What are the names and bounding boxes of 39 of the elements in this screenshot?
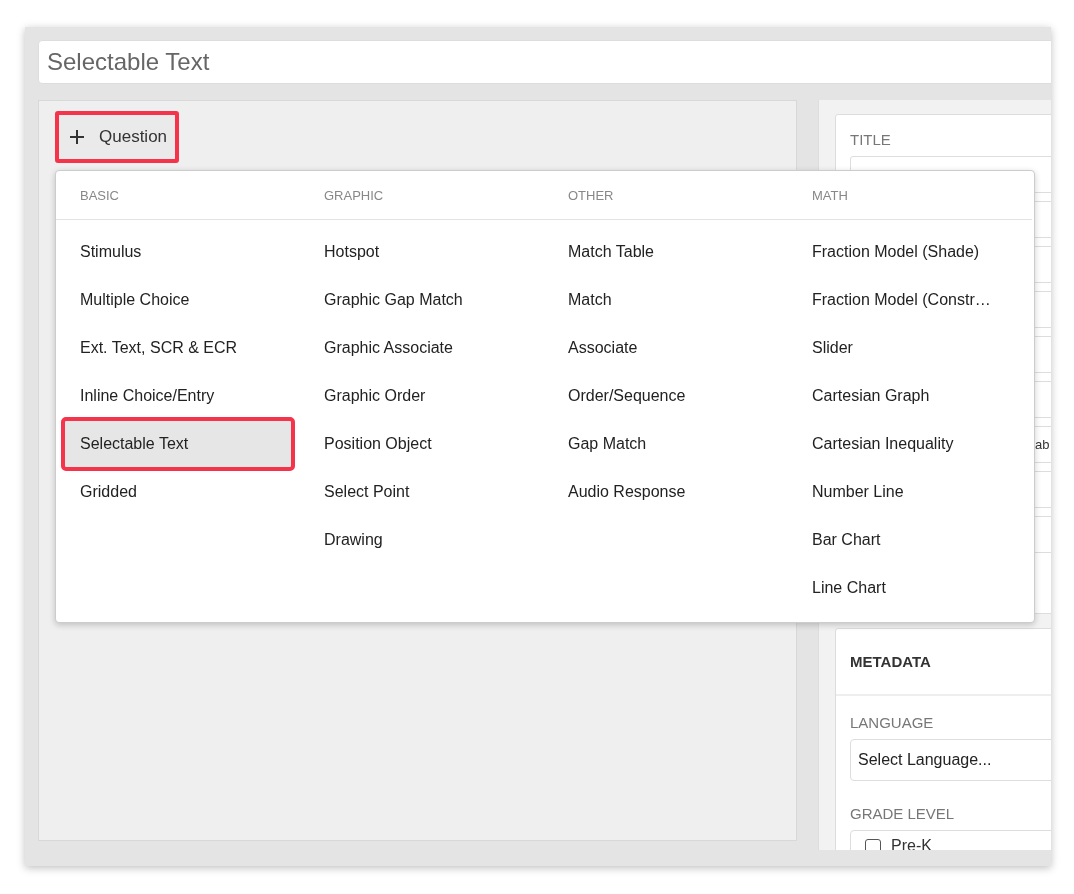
menu-item[interactable]: Stimulus	[64, 228, 292, 276]
field-label: LANGUAGE	[850, 714, 935, 731]
field-label: TITLE	[850, 131, 892, 148]
menu-item[interactable]: Drawing	[308, 516, 536, 564]
field-label: GRADE LEVEL	[850, 805, 956, 822]
menu-item[interactable]: Position Object	[308, 420, 536, 468]
menu-item[interactable]: Match Table	[552, 228, 780, 276]
menu-item[interactable]: Cartesian Inequality	[796, 420, 1024, 468]
menu-item[interactable]: Slider	[796, 324, 1024, 372]
column-heading: GRAPHIC	[324, 187, 384, 203]
menu-item[interactable]: Graphic Order	[308, 372, 536, 420]
menu-item[interactable]: Selectable Text	[64, 420, 292, 468]
menu-item[interactable]: Multiple Choice	[64, 276, 292, 324]
column-heading: MATH	[812, 187, 848, 203]
menu-item[interactable]: Select Point	[308, 468, 536, 516]
menu-item[interactable]: Line Chart	[796, 564, 1024, 612]
menu-item[interactable]: Audio Response	[552, 468, 780, 516]
menu-item[interactable]: Inline Choice/Entry	[64, 372, 292, 420]
column-heading: BASIC	[80, 187, 119, 203]
menu-item[interactable]: Gap Match	[552, 420, 780, 468]
add-question-button[interactable]: Question	[55, 111, 180, 163]
menu-item[interactable]: Graphic Gap Match	[308, 276, 536, 324]
column-heading: OTHER	[568, 187, 614, 203]
section-heading: METADATA	[836, 629, 1051, 696]
menu-item[interactable]: Hotspot	[308, 228, 536, 276]
menu-item[interactable]: Bar Chart	[796, 516, 1024, 564]
menu-item[interactable]: Order/Sequence	[552, 372, 780, 420]
plus-icon	[69, 129, 85, 145]
menu-item[interactable]: Gridded	[64, 468, 292, 516]
menu-item[interactable]: Number Line	[796, 468, 1024, 516]
menu-item[interactable]: Match	[552, 276, 780, 324]
menu-item[interactable]: Fraction Model (Shade)	[796, 228, 1024, 276]
menu-item[interactable]: Fraction Model (Constr…	[796, 276, 1024, 324]
language-select[interactable]: Select Language...	[850, 739, 1051, 781]
menu-item[interactable]: Associate	[552, 324, 780, 372]
menu-item[interactable]: Graphic Associate	[308, 324, 536, 372]
title-field[interactable]: Selectable Text	[38, 40, 1051, 84]
menu-item[interactable]: Cartesian Graph	[796, 372, 1024, 420]
menu-item[interactable]: Ext. Text, SCR & ECR	[64, 324, 292, 372]
